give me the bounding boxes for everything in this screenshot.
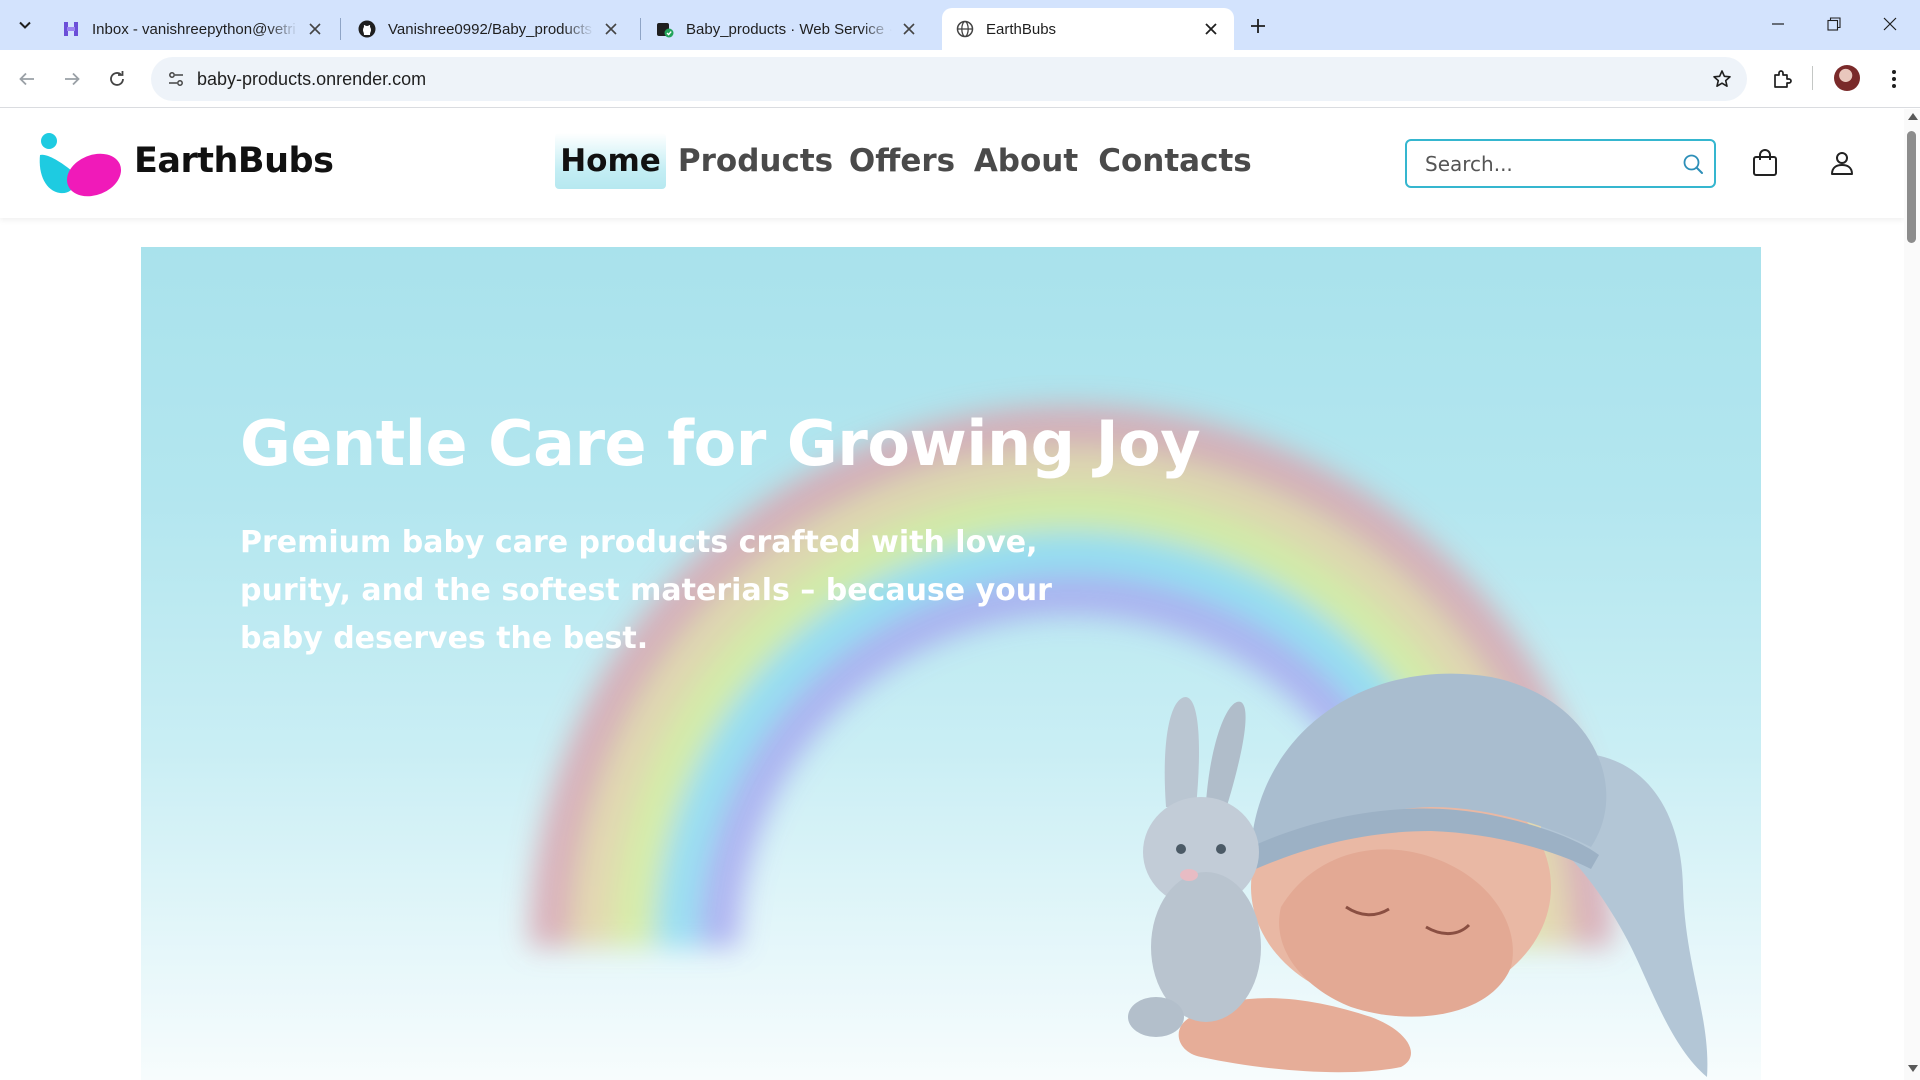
new-tab-button[interactable] xyxy=(1244,12,1272,40)
browser-toolbar: baby-products.onrender.com xyxy=(0,50,1920,108)
back-button[interactable] xyxy=(9,61,45,97)
minimize-button[interactable] xyxy=(1750,0,1806,48)
scroll-thumb[interactable] xyxy=(1907,131,1916,243)
nav-products[interactable]: Products xyxy=(678,133,833,189)
tab-title: Vanishree0992/Baby_products xyxy=(388,20,593,38)
reload-button[interactable] xyxy=(99,61,135,97)
user-account-icon[interactable] xyxy=(1825,145,1859,181)
tab-separator xyxy=(640,18,641,40)
arrow-right-icon xyxy=(65,72,80,86)
close-icon[interactable] xyxy=(602,20,620,38)
nav-offers[interactable]: Offers xyxy=(848,133,956,189)
browser-menu-icon[interactable] xyxy=(1879,64,1909,94)
mail-icon xyxy=(62,20,80,38)
restore-button[interactable] xyxy=(1806,0,1862,48)
render-icon xyxy=(656,20,674,38)
nav-about[interactable]: About xyxy=(974,133,1078,189)
page-scrollbar[interactable] xyxy=(1904,109,1920,1080)
search-icon[interactable] xyxy=(1680,151,1706,177)
reload-icon xyxy=(110,71,124,86)
tab-github[interactable]: Vanishree0992/Baby_products xyxy=(344,8,634,50)
scroll-down-arrow-icon[interactable] xyxy=(1908,1065,1918,1072)
browser-tab-strip: Inbox - vanishreepython@vetri Vanishree0… xyxy=(0,0,1920,50)
search-input[interactable] xyxy=(1425,151,1675,177)
extensions-icon[interactable] xyxy=(1767,64,1797,94)
tab-render[interactable]: Baby_products · Web Service · xyxy=(642,8,932,50)
search-box xyxy=(1405,139,1716,188)
close-icon[interactable] xyxy=(900,20,918,38)
tab-search-button[interactable] xyxy=(10,10,40,40)
url-text: baby-products.onrender.com xyxy=(197,69,427,89)
close-icon[interactable] xyxy=(1202,20,1220,38)
earthbubs-logo-icon[interactable] xyxy=(36,131,122,197)
tab-separator xyxy=(340,18,341,40)
site-header: EarthBubs Home Products Offers About Con… xyxy=(0,109,1904,218)
sleeping-baby-image xyxy=(1128,673,1708,1077)
plus-icon xyxy=(1251,19,1265,33)
tab-title: EarthBubs xyxy=(986,20,1057,38)
chevron-down-icon xyxy=(19,21,31,29)
profile-avatar[interactable] xyxy=(1834,65,1860,91)
page-viewport: EarthBubs Home Products Offers About Con… xyxy=(0,109,1904,1080)
github-icon xyxy=(358,20,376,38)
hero-subtitle: Premium baby care products crafted with … xyxy=(240,525,1052,656)
bookmark-star-icon[interactable] xyxy=(1709,66,1735,92)
restore-icon xyxy=(1827,17,1841,31)
close-window-button[interactable] xyxy=(1862,0,1918,48)
scroll-up-arrow-icon[interactable] xyxy=(1908,113,1918,120)
forward-button[interactable] xyxy=(54,61,90,97)
site-info-icon[interactable] xyxy=(161,64,191,94)
tab-inbox[interactable]: Inbox - vanishreepython@vetri xyxy=(48,8,338,50)
hero-banner: Gentle Care for Growing Joy Premium baby… xyxy=(141,247,1761,1080)
tab-title: Baby_products · Web Service · xyxy=(686,20,892,38)
tab-earthbubs[interactable]: EarthBubs xyxy=(942,8,1234,50)
toolbar-divider xyxy=(1812,66,1813,90)
hero-title: Gentle Care for Growing Joy xyxy=(240,407,1201,480)
globe-icon xyxy=(956,20,974,38)
arrow-left-icon xyxy=(19,72,34,86)
nav-home[interactable]: Home xyxy=(555,133,666,189)
brand-name[interactable]: EarthBubs xyxy=(134,141,334,181)
shopping-bag-icon[interactable] xyxy=(1748,145,1782,181)
minimize-icon xyxy=(1772,23,1784,25)
close-icon[interactable] xyxy=(306,20,324,38)
tab-title: Inbox - vanishreepython@vetri xyxy=(92,20,296,38)
address-bar[interactable]: baby-products.onrender.com xyxy=(151,57,1747,101)
nav-contacts[interactable]: Contacts xyxy=(1098,133,1252,189)
close-icon xyxy=(1883,17,1897,31)
